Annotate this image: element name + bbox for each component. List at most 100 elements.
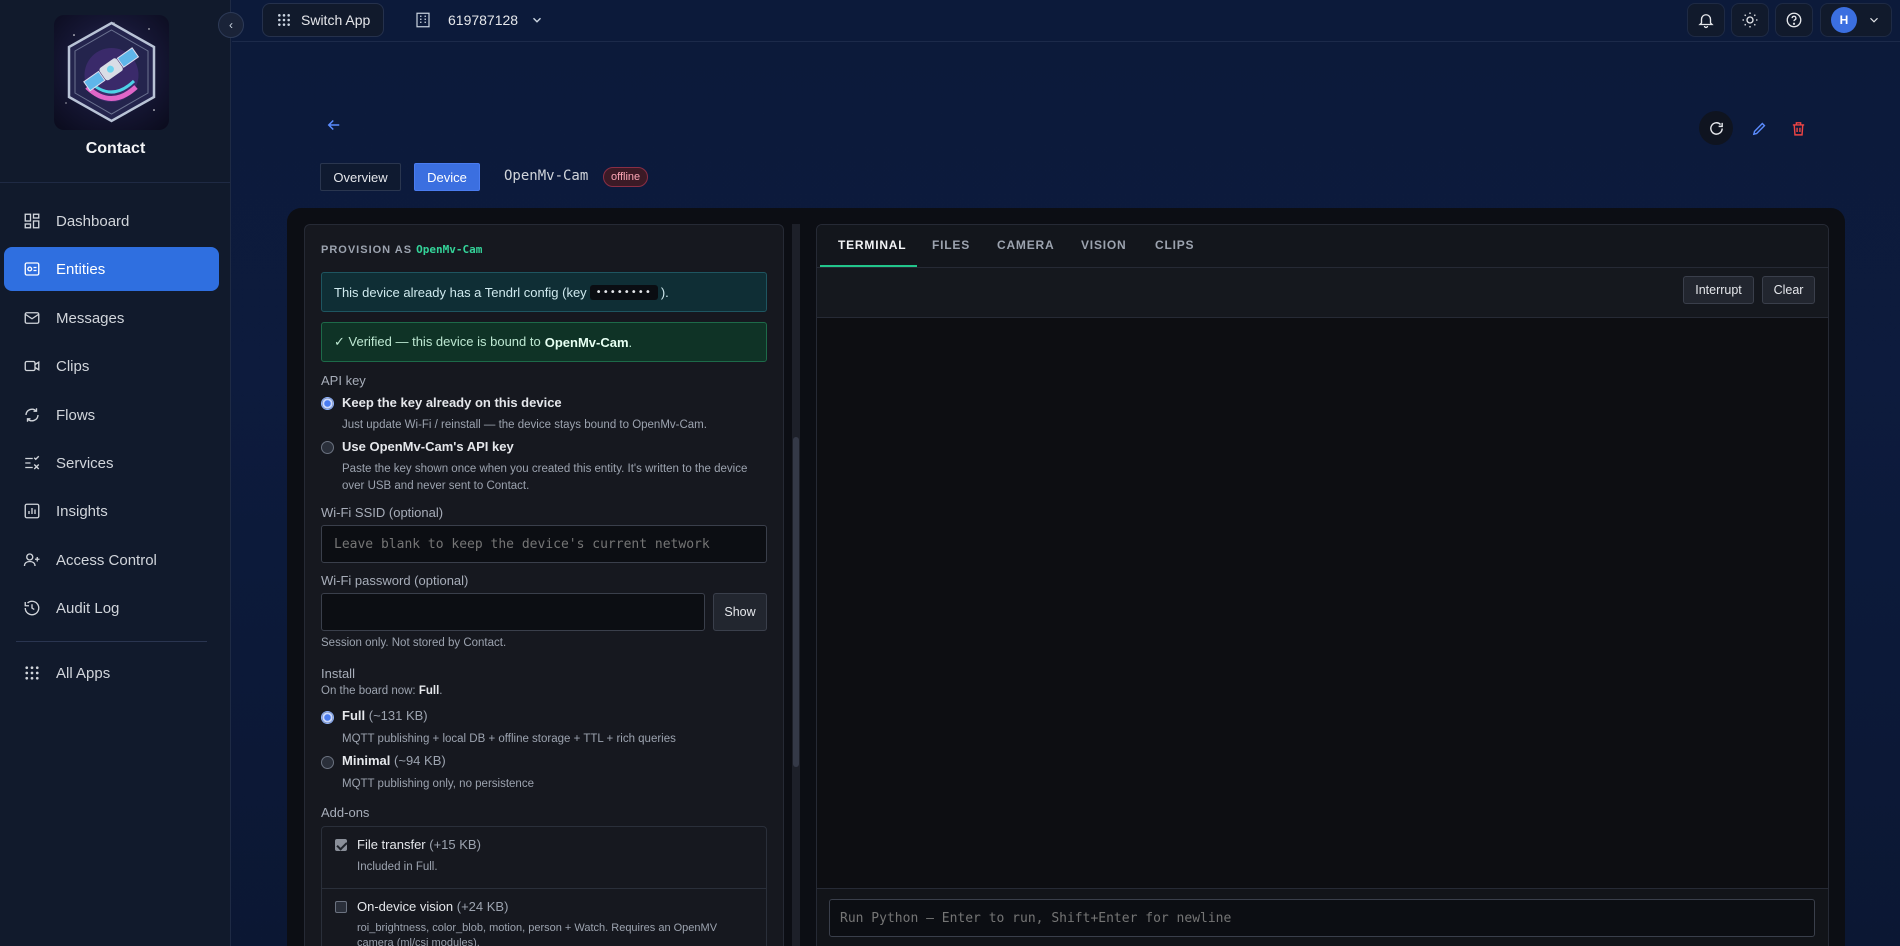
api-key-label: API key xyxy=(321,373,366,388)
chevron-down-icon xyxy=(1870,17,1878,23)
chart-icon xyxy=(22,501,42,521)
show-password-button[interactable]: Show xyxy=(713,593,767,631)
tab-device[interactable]: Device xyxy=(414,163,480,191)
config-notice-text: This device already has a Tendrl config … xyxy=(334,284,587,300)
sidebar-item-messages[interactable]: Messages xyxy=(4,296,219,340)
provision-panel: PROVISION AS OpenMv-Cam This device alre… xyxy=(304,224,784,946)
sidebar-item-label: Services xyxy=(56,454,114,472)
verified-notice: ✓ Verified — this device is bound to Ope… xyxy=(321,322,767,362)
sidebar-item-label: Insights xyxy=(56,502,108,520)
edit-button[interactable] xyxy=(1742,111,1776,145)
sidebar-item-all-apps[interactable]: All Apps xyxy=(4,651,219,695)
mail-icon xyxy=(22,308,42,328)
user-menu[interactable]: H xyxy=(1820,3,1892,37)
install-label: Install xyxy=(321,666,355,681)
ssid-label: Wi-Fi SSID (optional) xyxy=(321,505,444,520)
radio-install-full[interactable] xyxy=(321,711,334,724)
panel-scrollbar[interactable] xyxy=(792,224,800,946)
sidebar-item-services[interactable]: Services xyxy=(4,441,219,485)
verified-text: ✓ Verified — this device is bound to xyxy=(334,334,541,349)
password-input[interactable] xyxy=(321,593,705,631)
pencil-icon xyxy=(1752,122,1765,135)
terminal-output[interactable] xyxy=(817,318,1828,888)
sidebar-divider xyxy=(0,182,231,183)
topbar: Switch App 619787128 xyxy=(232,0,1900,42)
collapse-sidebar-button[interactable]: ‹ xyxy=(218,12,244,38)
active-tab-indicator xyxy=(820,265,917,267)
notifications-button[interactable] xyxy=(1687,3,1725,37)
verified-end: . xyxy=(628,334,633,350)
theme-toggle-button[interactable] xyxy=(1731,3,1769,37)
brand-name: Contact xyxy=(85,140,146,157)
keep-key-title: Keep the key already on this device xyxy=(342,395,562,410)
device-name: OpenMv-Cam xyxy=(504,168,589,184)
sun-icon xyxy=(1742,12,1758,28)
arrow-left-icon xyxy=(327,119,340,131)
refresh-button[interactable] xyxy=(1699,111,1733,145)
tab-overview[interactable]: Overview xyxy=(320,163,401,191)
trash-icon xyxy=(1792,121,1804,136)
chevron-down-icon xyxy=(533,17,542,23)
app-logo xyxy=(54,15,169,130)
sidebar-item-audit-log[interactable]: Audit Log xyxy=(4,586,219,630)
apps-grid-icon xyxy=(278,14,290,26)
sidebar-item-flows[interactable]: Flows xyxy=(4,393,219,437)
config-key: •••••••• xyxy=(589,284,658,300)
install-minimal-title: Minimal (~94 KB) xyxy=(342,753,446,768)
services-icon xyxy=(22,453,42,473)
sidebar-item-dashboard[interactable]: Dashboard xyxy=(4,199,219,243)
sidebar-item-label: Messages xyxy=(56,309,125,327)
sidebar-item-insights[interactable]: Insights xyxy=(4,489,219,533)
sidebar-item-label: Entities xyxy=(56,260,106,278)
switch-app-button[interactable]: Switch App xyxy=(262,3,384,37)
console-tabs: TERMINAL FILES CAMERA VISION CLIPS xyxy=(817,225,1828,268)
console-panel: TERMINAL FILES CAMERA VISION CLIPS Inter… xyxy=(816,224,1829,946)
config-notice: This device already has a Tendrl config … xyxy=(321,272,767,312)
scrollbar-thumb[interactable] xyxy=(793,437,799,767)
users-icon xyxy=(22,550,42,570)
sidebar-item-clips[interactable]: Clips xyxy=(4,344,219,388)
building-icon xyxy=(416,12,430,28)
help-icon xyxy=(1786,12,1802,28)
help-button[interactable] xyxy=(1775,3,1813,37)
satellite-logo-icon xyxy=(65,21,156,123)
radio-install-minimal[interactable] xyxy=(321,756,334,769)
radio-keep-key[interactable] xyxy=(321,397,334,410)
checkbox-file-transfer[interactable] xyxy=(335,839,347,851)
tab-clips[interactable]: CLIPS xyxy=(1155,238,1194,252)
checkbox-on-device-vision[interactable] xyxy=(335,901,347,913)
apps-grid-icon xyxy=(22,663,42,683)
dashboard-icon xyxy=(22,211,42,231)
terminal-input-area xyxy=(817,888,1828,946)
back-button[interactable] xyxy=(325,116,349,140)
clear-button[interactable]: Clear xyxy=(1762,276,1815,304)
org-selector[interactable]: 619787128 xyxy=(414,3,560,37)
delete-button[interactable] xyxy=(1781,111,1815,145)
install-full-title: Full (~131 KB) xyxy=(342,708,428,723)
interrupt-button[interactable]: Interrupt xyxy=(1683,276,1754,304)
file-transfer-desc: Included in Full. xyxy=(357,861,438,873)
sidebar-item-label: All Apps xyxy=(56,664,111,682)
org-id: 619787128 xyxy=(448,12,519,28)
provision-title: PROVISION AS OpenMv-Cam xyxy=(321,243,482,256)
python-input[interactable] xyxy=(829,899,1815,937)
sidebar-item-label: Dashboard xyxy=(56,212,130,230)
tab-terminal[interactable]: TERMINAL xyxy=(838,238,906,252)
ssid-input[interactable] xyxy=(321,525,767,563)
flow-icon xyxy=(22,405,42,425)
sidebar-divider xyxy=(16,641,207,642)
sidebar-item-entities[interactable]: Entities xyxy=(4,247,219,291)
sidebar-item-label: Flows xyxy=(56,406,96,424)
password-label: Wi-Fi password (optional) xyxy=(321,573,469,588)
install-now: On the board now: Full. xyxy=(321,685,443,697)
config-notice-end: ). xyxy=(660,284,669,300)
sidebar-item-label: Audit Log xyxy=(56,599,120,617)
verified-entity: OpenMv-Cam xyxy=(544,334,629,350)
tab-files[interactable]: FILES xyxy=(932,238,970,252)
tab-camera[interactable]: CAMERA xyxy=(997,238,1054,252)
use-api-key-desc: Paste the key shown once when you create… xyxy=(342,463,748,492)
sidebar-item-access-control[interactable]: Access Control xyxy=(4,538,219,582)
addons-divider xyxy=(321,888,767,889)
tab-vision[interactable]: VISION xyxy=(1081,238,1126,252)
radio-use-api-key[interactable] xyxy=(321,441,334,454)
